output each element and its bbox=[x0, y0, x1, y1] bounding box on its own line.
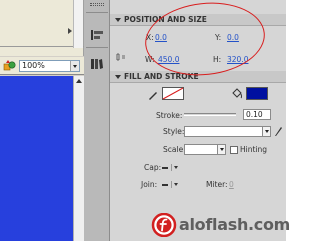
join-style-icon bbox=[162, 184, 168, 186]
stage-canvas[interactable] bbox=[0, 76, 73, 241]
expand-arrow-icon[interactable] bbox=[68, 28, 72, 34]
stroke-slider[interactable] bbox=[184, 113, 236, 116]
zoom-select[interactable]: 100% bbox=[19, 60, 80, 72]
hinting-label: Hinting bbox=[240, 145, 268, 154]
join-label: Join: bbox=[141, 180, 158, 189]
paint-bucket-icon bbox=[232, 88, 242, 99]
edit-stroke-style-icon[interactable] bbox=[274, 125, 284, 137]
panel-tool-strip bbox=[84, 0, 110, 241]
chevron-down-icon[interactable] bbox=[174, 166, 178, 169]
lock-width-height-icon[interactable] bbox=[115, 52, 127, 62]
cap-style-icon bbox=[162, 167, 168, 169]
library-icon[interactable] bbox=[89, 57, 105, 71]
style-label: Style: bbox=[163, 127, 185, 136]
hinting-checkbox[interactable] bbox=[230, 146, 238, 154]
style-select[interactable] bbox=[184, 126, 271, 137]
chevron-down-icon[interactable] bbox=[70, 61, 79, 71]
align-icon[interactable] bbox=[89, 28, 105, 42]
divider bbox=[86, 12, 108, 13]
miter-value[interactable]: 0 bbox=[229, 180, 234, 189]
chevron-down-icon[interactable] bbox=[217, 145, 225, 154]
collapse-triangle-icon[interactable] bbox=[115, 18, 121, 22]
scale-label: Scale: bbox=[163, 145, 186, 154]
watermark-text: aloflash.com bbox=[179, 215, 291, 234]
scale-select[interactable] bbox=[184, 144, 226, 155]
collapse-triangle-icon[interactable] bbox=[115, 75, 121, 79]
stroke-label: Stroke: bbox=[156, 111, 183, 120]
miter-label: Miter: bbox=[206, 180, 228, 189]
timeline-scrollbar[interactable] bbox=[73, 0, 83, 48]
scroll-up-icon[interactable] bbox=[76, 79, 82, 83]
divider bbox=[171, 181, 172, 188]
pencil-icon bbox=[149, 92, 157, 100]
stage-pane: 100% bbox=[0, 0, 84, 241]
stroke-color-swatch[interactable] bbox=[162, 87, 184, 100]
cap-select[interactable] bbox=[162, 163, 184, 172]
edit-symbols-icon[interactable] bbox=[3, 60, 17, 72]
timeline-area bbox=[0, 0, 84, 56]
watermark: aloflash.com bbox=[151, 213, 290, 237]
flash-logo-icon bbox=[151, 213, 177, 237]
zoom-value: 100% bbox=[22, 61, 45, 70]
divider bbox=[86, 47, 108, 48]
edit-bar: 100% bbox=[0, 57, 84, 75]
divider bbox=[171, 164, 172, 171]
cap-label: Cap: bbox=[144, 163, 162, 172]
stroke-input[interactable]: 0.10 bbox=[243, 109, 271, 120]
fill-color-swatch[interactable] bbox=[246, 87, 268, 100]
chevron-down-icon[interactable] bbox=[262, 127, 270, 136]
stage-scrollbar[interactable] bbox=[73, 76, 84, 241]
join-select[interactable] bbox=[162, 180, 184, 189]
divider bbox=[0, 46, 84, 47]
grip-icon[interactable] bbox=[90, 3, 104, 6]
chevron-down-icon[interactable] bbox=[174, 183, 178, 186]
